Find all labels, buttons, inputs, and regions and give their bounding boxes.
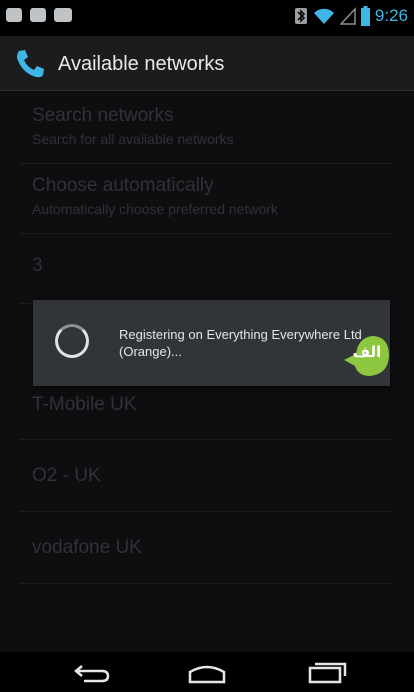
- system-icons: 9:26: [294, 6, 408, 26]
- screen-title: Available networks: [58, 53, 225, 75]
- list-item-title: Choose automatically: [32, 175, 214, 196]
- list-item-title: Search networks: [32, 105, 174, 126]
- navigation-bar: [0, 652, 414, 692]
- list-item-title: vodafone UK: [32, 537, 142, 558]
- choose-automatically-item[interactable]: Choose automatically Automatically choos…: [32, 175, 278, 217]
- divider: [20, 163, 394, 164]
- divider: [20, 439, 394, 440]
- bluetooth-icon: [294, 8, 307, 24]
- watermark-text: الف: [352, 343, 382, 361]
- divider: [20, 511, 394, 512]
- action-bar: Available networks: [0, 36, 414, 91]
- network-item[interactable]: O2 - UK: [32, 465, 101, 487]
- network-item[interactable]: T-Mobile UK: [32, 394, 137, 416]
- progress-dialog: Registering on Everything Everywhere Ltd…: [33, 300, 390, 386]
- divider: [20, 583, 394, 584]
- signal-icon: [339, 7, 356, 25]
- phone-icon[interactable]: [14, 48, 48, 80]
- voicemail-notification-icon: [54, 8, 72, 22]
- home-icon[interactable]: [182, 660, 232, 686]
- wifi-icon: [313, 8, 334, 24]
- list-item-subtitle: Automatically choose preferred network: [32, 201, 278, 217]
- divider: [20, 233, 394, 234]
- network-item[interactable]: 3: [32, 255, 43, 277]
- notification-icons: [6, 8, 72, 22]
- clock-text: 9:26: [374, 6, 408, 25]
- battery-icon: [360, 6, 370, 26]
- network-item[interactable]: vodafone UK: [32, 537, 142, 559]
- search-networks-item[interactable]: Search networks Search for all available…: [32, 105, 234, 147]
- status-bar: 9:26: [0, 0, 414, 36]
- list-item-title: O2 - UK: [32, 465, 101, 486]
- gallery-notification-icon: [30, 8, 46, 22]
- list-item-title: T-Mobile UK: [32, 394, 137, 415]
- loading-spinner-icon: [55, 324, 89, 358]
- list-item-subtitle: Search for all available networks: [32, 131, 234, 147]
- chat-notification-icon: [6, 8, 22, 22]
- list-item-title: 3: [32, 255, 43, 276]
- recent-apps-icon[interactable]: [302, 660, 352, 686]
- back-icon[interactable]: [68, 660, 118, 686]
